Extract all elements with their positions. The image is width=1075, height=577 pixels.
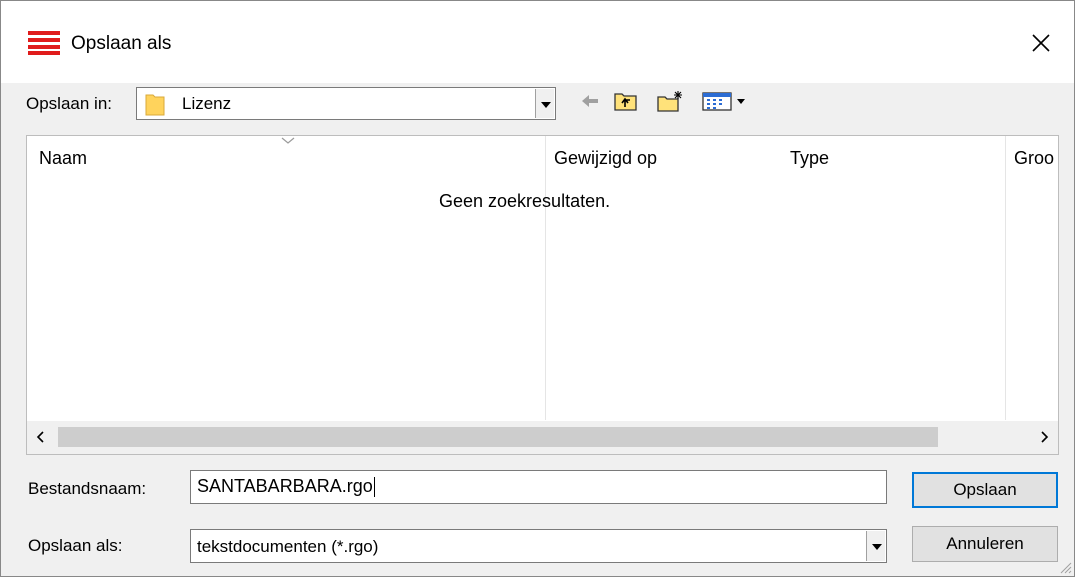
filetype-label: Opslaan als: [28,536,123,555]
back-arrow-icon[interactable] [578,89,602,113]
column-header-name[interactable]: Naam [39,148,87,169]
column-separator [1005,136,1006,420]
save-button[interactable]: Opslaan [912,472,1058,508]
scroll-left-icon[interactable] [33,429,49,445]
close-icon [1032,34,1050,52]
empty-results-message: Geen zoekresultaten. [439,191,611,211]
location-label: Opslaan in: [26,94,112,113]
column-header-type[interactable]: Type [790,148,829,169]
view-menu-icon[interactable] [701,89,751,113]
sort-chevron-icon [281,137,295,144]
cancel-button[interactable]: Annuleren [912,526,1058,562]
new-folder-icon[interactable] [656,89,686,113]
column-separator [545,136,546,420]
folder-icon [145,94,165,116]
app-logo-icon [28,31,60,55]
close-button[interactable] [1019,21,1063,65]
folder-up-icon[interactable] [613,89,639,113]
filename-value: SANTABARBARA.rgo [197,476,373,496]
filetype-dropdown-button[interactable] [866,531,885,561]
resize-grip-icon[interactable] [1058,560,1072,574]
save-as-dialog: Opslaan als Opslaan in: Lizenz Naam Gewi… [0,0,1075,577]
filetype-dropdown[interactable]: tekstdocumenten (*.rgo) [190,529,887,563]
filename-label: Bestandsnaam: [28,479,147,498]
window-title: Opslaan als [71,33,172,54]
title-bar: Opslaan als [1,1,1074,83]
horizontal-scrollbar[interactable] [27,421,1058,454]
scrollbar-thumb[interactable] [58,427,938,447]
file-list[interactable]: Naam Gewijzigd op Type Groo Geen zoekres… [26,135,1059,455]
column-header-size[interactable]: Groo [1014,148,1054,169]
location-value: Lizenz [182,94,232,113]
column-header-modified[interactable]: Gewijzigd op [554,148,657,169]
filetype-value: tekstdocumenten (*.rgo) [197,537,379,556]
text-caret [373,477,375,498]
scroll-right-icon[interactable] [1036,429,1052,445]
location-dropdown[interactable]: Lizenz [136,87,556,120]
filename-field[interactable]: SANTABARBARA.rgo [190,470,887,504]
location-dropdown-button[interactable] [535,89,554,118]
